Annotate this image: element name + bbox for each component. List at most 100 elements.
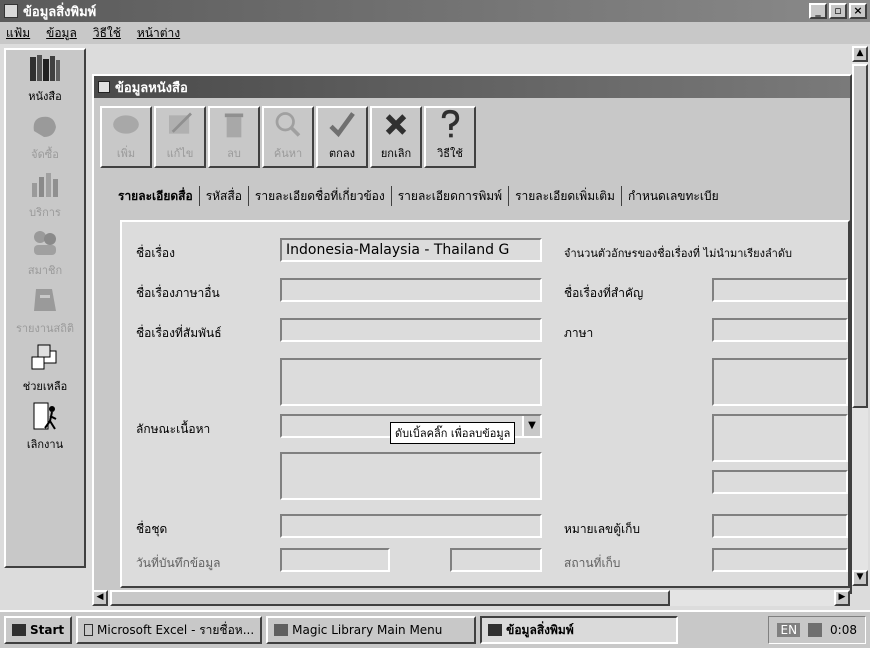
report-icon bbox=[34, 289, 56, 311]
taskbar-magic-library[interactable]: Magic Library Main Menu bbox=[266, 616, 477, 644]
help-cubes-icon bbox=[31, 344, 57, 370]
cancel-button[interactable]: ยกเลิก bbox=[370, 106, 422, 168]
title-input[interactable]: Indonesia-Malaysia - Thailand G bbox=[280, 238, 542, 262]
menu-help[interactable]: วิธีใช้ bbox=[93, 24, 121, 43]
taskbar-excel-label: Microsoft Excel - รายชื่อห... bbox=[97, 622, 255, 637]
content-textarea-top[interactable] bbox=[280, 358, 542, 406]
edit-icon bbox=[169, 112, 192, 134]
exit-door-icon bbox=[33, 402, 57, 430]
char-count-label: จำนวนตัวอักษรของชื่อเรื่องที่ ไม่นำมาเรี… bbox=[564, 247, 792, 260]
related-title-label: ชื่อเรื่องที่สัมพันธ์ bbox=[136, 326, 222, 340]
maximize-button[interactable]: ▫ bbox=[829, 3, 847, 19]
menu-data[interactable]: ข้อมูล bbox=[46, 24, 77, 43]
search-button[interactable]: ค้นหา bbox=[262, 106, 314, 168]
tray-app-icon[interactable] bbox=[808, 623, 823, 637]
ok-button-label: ตกลง bbox=[329, 147, 355, 160]
child-window-title: ข้อมูลหนังสือ bbox=[115, 80, 188, 96]
storage-location-input[interactable] bbox=[712, 548, 848, 572]
right-textarea-1[interactable] bbox=[712, 358, 848, 406]
help-button-label: วิธีใช้ bbox=[437, 147, 463, 160]
other-language-title-input[interactable] bbox=[280, 278, 542, 302]
window-title: ข้อมูลสิ่งพิมพ์ bbox=[23, 4, 97, 20]
tab-related-names[interactable]: รายละเอียดชื่อที่เกี่ยวข้อง bbox=[249, 187, 391, 206]
tab-media-details[interactable]: รายละเอียดสื่อ bbox=[112, 187, 199, 206]
sidebar-item-label: ช่วยเหลือ bbox=[22, 380, 68, 393]
sidebar-item-label: รายงานสถิติ bbox=[15, 322, 75, 335]
tooltip: ดับเบิ้ลคลิ๊ก เพื่อลบข้อมูล bbox=[390, 422, 516, 444]
start-button[interactable]: Start bbox=[4, 616, 73, 644]
right-input-3[interactable] bbox=[712, 470, 848, 494]
sidebar: หนังสือ จัดซื้อ บริการ สมาชิก รายงานสถิต… bbox=[4, 48, 86, 568]
delete-button[interactable]: ลบ bbox=[208, 106, 260, 168]
scroll-right-icon[interactable]: ▶ bbox=[834, 590, 850, 606]
chart-icon bbox=[32, 173, 58, 197]
child-titlebar: ข้อมูลหนังสือ bbox=[94, 76, 850, 98]
record-date-input[interactable] bbox=[280, 548, 390, 572]
sidebar-item-reports[interactable]: รายงานสถิติ bbox=[6, 282, 84, 340]
title-label: ชื่อเรื่อง bbox=[136, 246, 175, 260]
related-title-input[interactable] bbox=[280, 318, 542, 342]
system-tray: EN 0:08 bbox=[768, 616, 866, 644]
shelf-number-input[interactable] bbox=[712, 514, 848, 538]
members-icon bbox=[34, 231, 56, 255]
content-label: ลักษณะเนื้อหา bbox=[136, 422, 211, 436]
tab-extra-details[interactable]: รายละเอียดเพิ่มเติม bbox=[509, 187, 621, 206]
menu-bar: แฟ้ม ข้อมูล วิธีใช้ หน้าต่าง bbox=[0, 22, 870, 44]
minimize-button[interactable]: _ bbox=[809, 3, 827, 19]
tab-media-code[interactable]: รหัสสื่อ bbox=[200, 187, 248, 206]
sidebar-item-label: จัดซื้อ bbox=[31, 148, 59, 161]
sidebar-item-members[interactable]: สมาชิก bbox=[6, 224, 84, 282]
taskbar-publication-data[interactable]: ข้อมูลสิ่งพิมพ์ bbox=[480, 616, 679, 644]
sidebar-item-help[interactable]: ช่วยเหลือ bbox=[6, 340, 84, 398]
vertical-scrollbar[interactable]: ▲ ▼ bbox=[852, 46, 868, 586]
sidebar-item-books[interactable]: หนังสือ bbox=[6, 50, 84, 108]
delete-icon bbox=[224, 113, 244, 138]
taskbar-excel[interactable]: Microsoft Excel - รายชื่อห... bbox=[76, 616, 263, 644]
record-date-input-2[interactable] bbox=[450, 548, 542, 572]
help-button[interactable]: วิธีใช้ bbox=[424, 106, 476, 168]
shelf-number-label: หมายเลขตู้เก็บ bbox=[564, 522, 641, 536]
chevron-down-icon[interactable]: ▼ bbox=[522, 416, 540, 436]
sidebar-item-services[interactable]: บริการ bbox=[6, 166, 84, 224]
search-button-label: ค้นหา bbox=[273, 147, 303, 160]
key-title-input[interactable] bbox=[712, 278, 848, 302]
scroll-up-icon[interactable]: ▲ bbox=[852, 46, 868, 62]
language-label: ภาษา bbox=[564, 326, 594, 340]
horizontal-scrollbar[interactable]: ◀ ▶ bbox=[92, 590, 850, 606]
tab-publishing[interactable]: รายละเอียดการพิมพ์ bbox=[392, 187, 508, 206]
add-button[interactable]: เพิ่ม bbox=[100, 106, 152, 168]
language-input[interactable] bbox=[712, 318, 848, 342]
series-input[interactable] bbox=[280, 514, 542, 538]
tab-strip: รายละเอียดสื่อ รหัสสื่อ รายละเอียดชื่อที… bbox=[100, 176, 852, 216]
scroll-left-icon[interactable]: ◀ bbox=[92, 590, 108, 606]
book-info-window: ข้อมูลหนังสือ เพิ่ม แก้ไข ลบ ค้นหา ตกลง bbox=[92, 74, 852, 594]
sidebar-item-purchase[interactable]: จัดซื้อ bbox=[6, 108, 84, 166]
check-icon bbox=[329, 112, 355, 138]
right-textarea-2[interactable] bbox=[712, 414, 848, 462]
sidebar-item-label: สมาชิก bbox=[27, 264, 63, 277]
mdi-client: หนังสือ จัดซื้อ บริการ สมาชิก รายงานสถิต… bbox=[0, 44, 870, 610]
add-icon bbox=[113, 115, 139, 134]
search-icon bbox=[275, 112, 301, 137]
language-indicator[interactable]: EN bbox=[777, 623, 801, 637]
series-label: ชื่อชุด bbox=[136, 522, 168, 536]
vertical-scroll-thumb[interactable] bbox=[852, 64, 868, 408]
sidebar-item-exit[interactable]: เลิกงาน bbox=[6, 398, 84, 456]
sidebar-item-label: หนังสือ bbox=[28, 90, 62, 103]
menu-window[interactable]: หน้าต่าง bbox=[137, 24, 180, 43]
other-language-title-label: ชื่อเรื่องภาษาอื่น bbox=[136, 286, 220, 300]
edit-button-label: แก้ไข bbox=[166, 147, 194, 160]
horizontal-scroll-thumb[interactable] bbox=[110, 590, 670, 606]
scroll-down-icon[interactable]: ▼ bbox=[852, 570, 868, 586]
purchase-icon bbox=[33, 116, 56, 137]
edit-button[interactable]: แก้ไข bbox=[154, 106, 206, 168]
app-icon bbox=[4, 4, 18, 18]
close-button[interactable]: × bbox=[849, 3, 867, 19]
ok-button[interactable]: ตกลง bbox=[316, 106, 368, 168]
sidebar-item-label: บริการ bbox=[29, 206, 61, 219]
tab-registration[interactable]: กำหนดเลขทะเบีย bbox=[622, 187, 725, 206]
books-icon bbox=[30, 55, 60, 81]
content-textarea-bottom[interactable] bbox=[280, 452, 542, 500]
menu-file[interactable]: แฟ้ม bbox=[6, 24, 30, 43]
sidebar-item-label: เลิกงาน bbox=[26, 438, 64, 451]
